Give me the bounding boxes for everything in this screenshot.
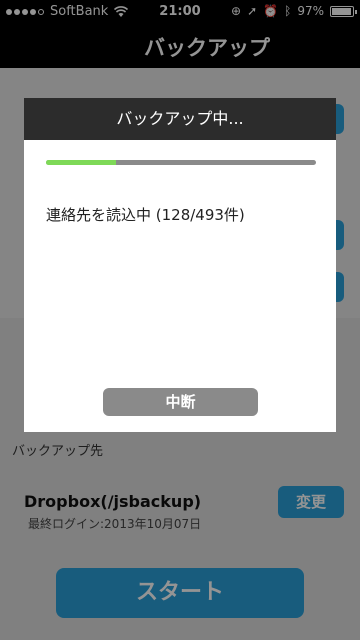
progress-dialog: バックアップ中... 連絡先を読込中 (128/493件) 中断 <box>24 98 336 432</box>
dialog-title: バックアップ中... <box>24 98 336 140</box>
progress-bar <box>46 160 316 165</box>
abort-button[interactable]: 中断 <box>103 388 258 416</box>
progress-status-text: 連絡先を読込中 (128/493件) <box>46 206 245 224</box>
progress-fill <box>46 160 117 165</box>
